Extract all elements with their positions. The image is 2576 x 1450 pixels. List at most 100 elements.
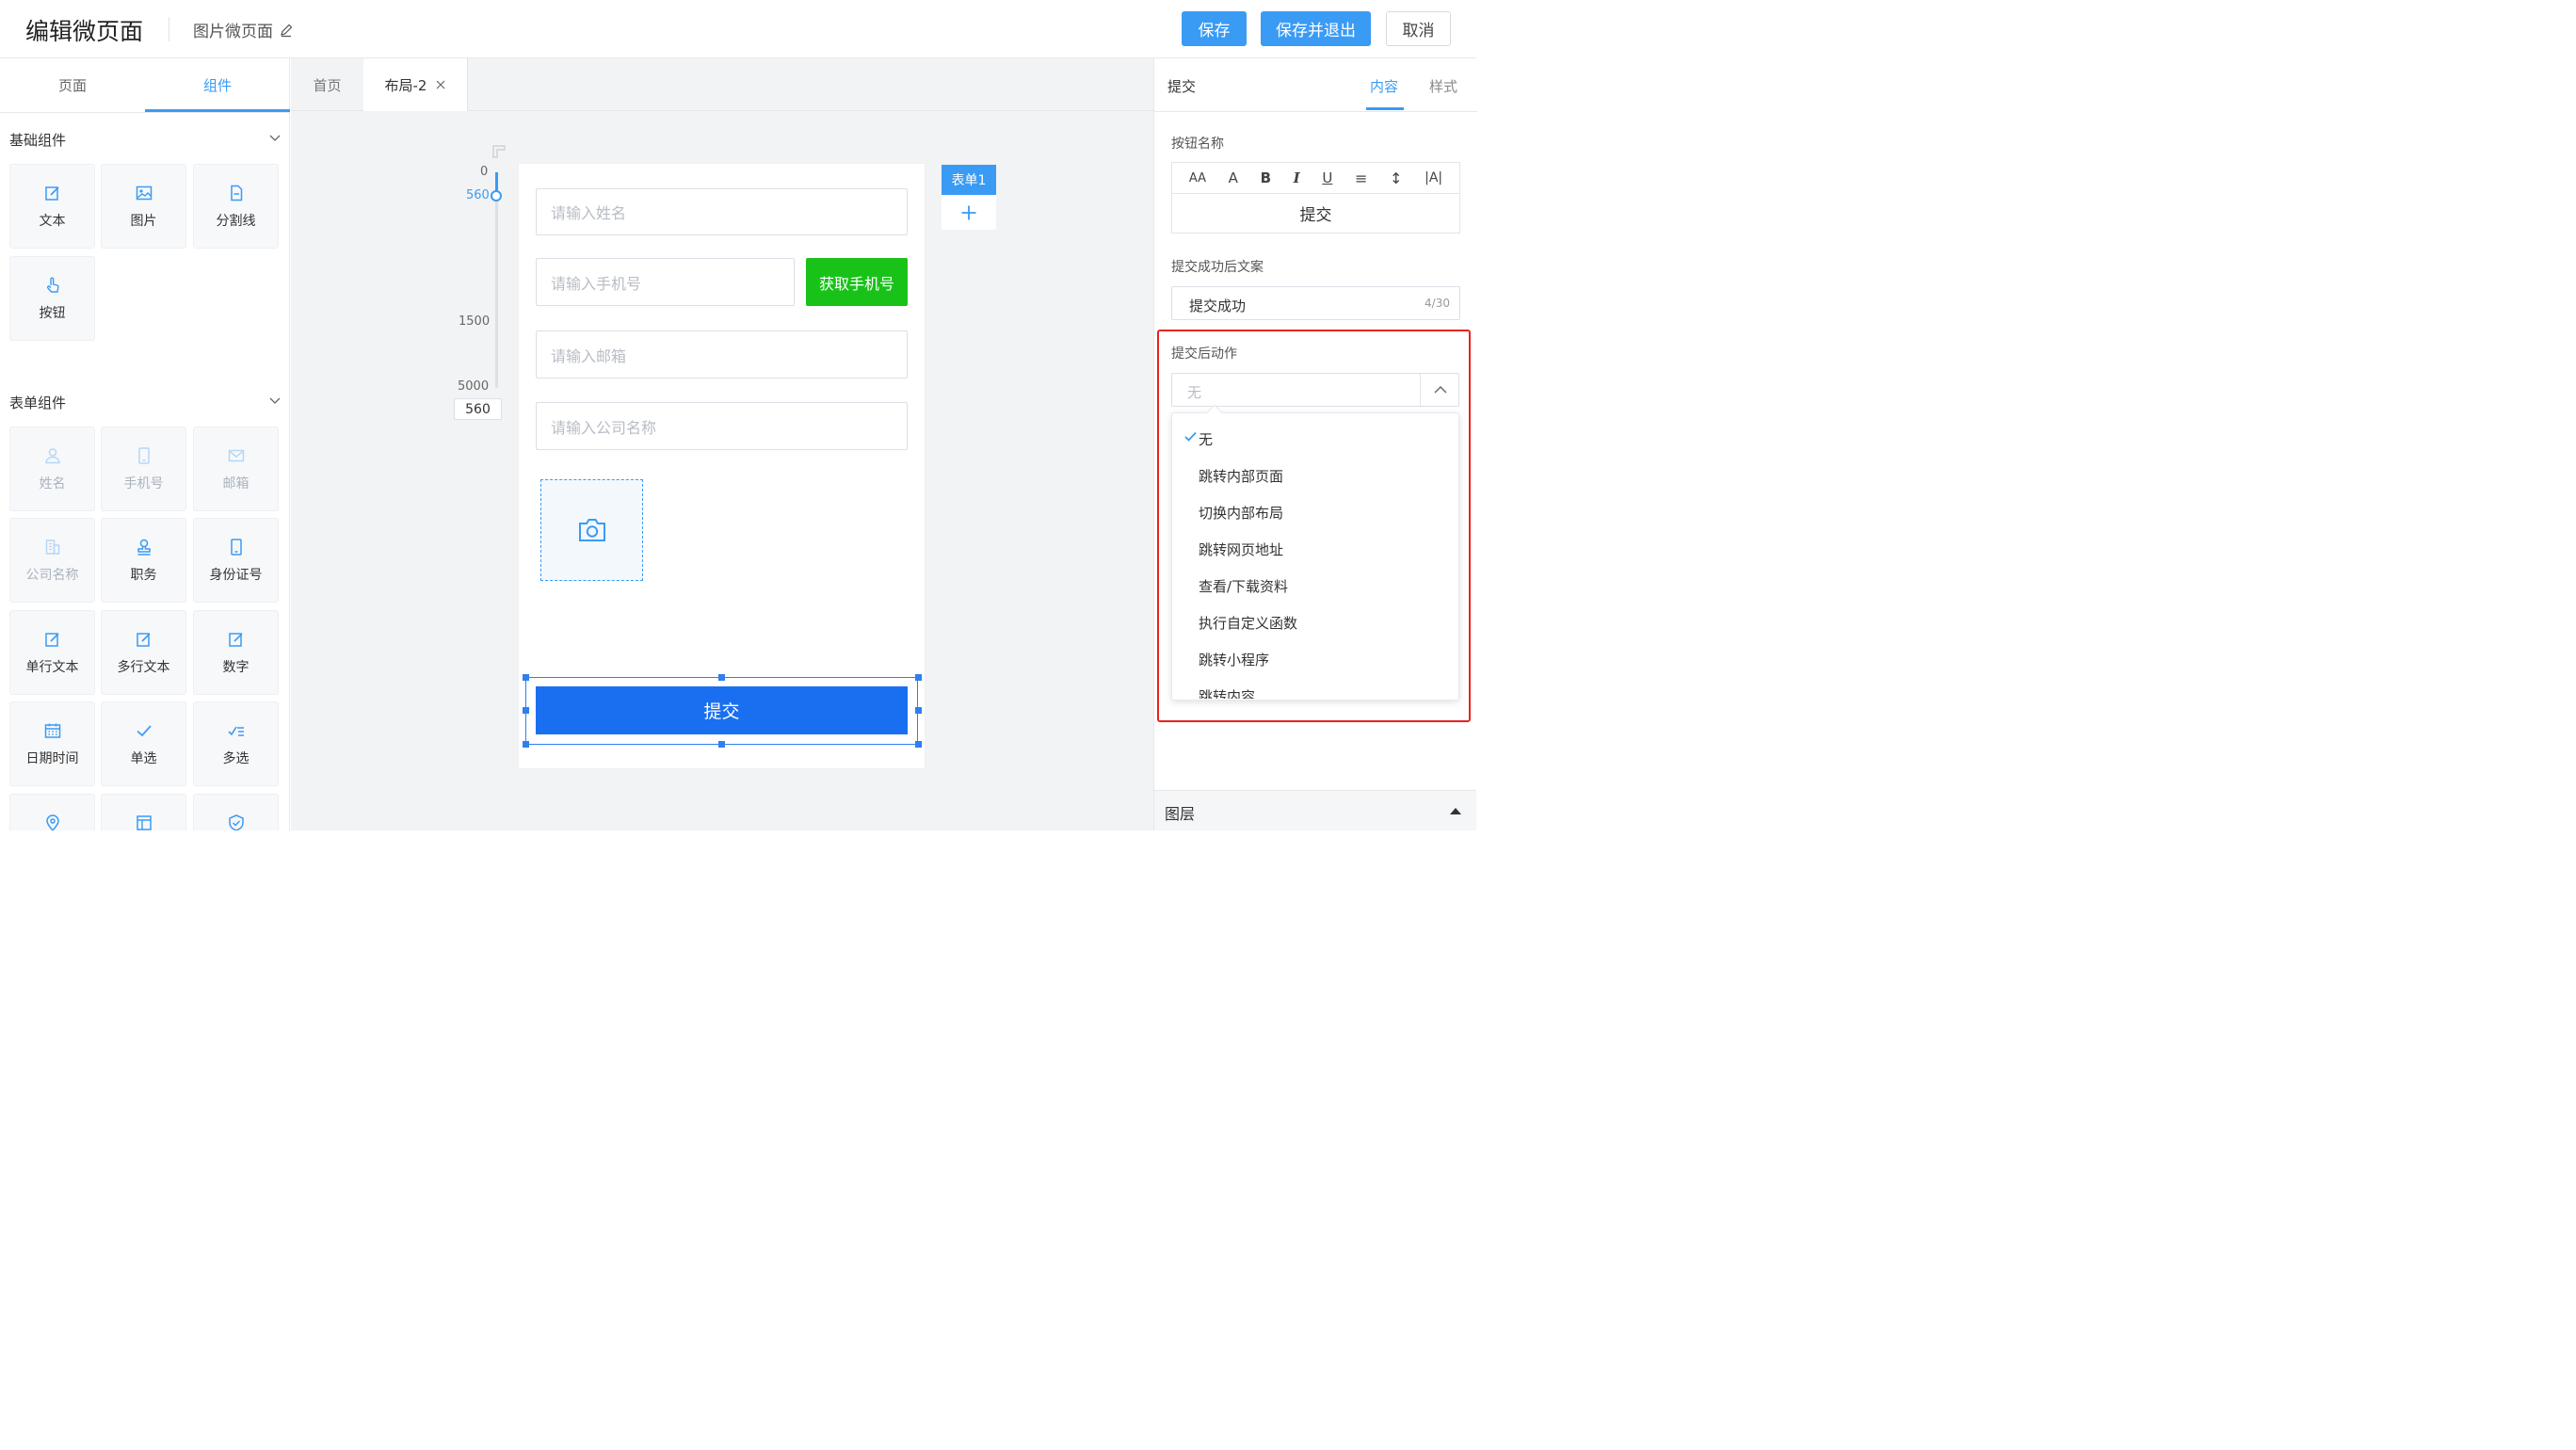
option-content[interactable]: 跳转内容 [1199, 686, 1255, 699]
resize-handle[interactable] [523, 741, 529, 748]
check-icon [134, 720, 154, 741]
tab-content[interactable]: 内容 [1370, 76, 1398, 96]
edit-icon[interactable] [279, 23, 294, 38]
tab-style[interactable]: 样式 [1429, 76, 1457, 96]
tab-components[interactable]: 组件 [145, 58, 290, 112]
ruler-handle[interactable] [491, 190, 502, 201]
form-components-title: 表单组件 [9, 395, 67, 411]
chevron-down-icon[interactable] [269, 397, 281, 405]
line-height-icon[interactable]: ↕ [1390, 169, 1402, 187]
success-text-label: 提交成功后文案 [1171, 260, 1264, 275]
component-verify[interactable] [193, 794, 279, 830]
caret-up-icon[interactable] [1450, 807, 1461, 814]
success-text-input[interactable]: 提交成功 4/30 [1171, 286, 1460, 320]
option-download[interactable]: 查看/下载资料 [1199, 576, 1288, 596]
component-label: 日期时间 [25, 751, 79, 766]
chevron-down-icon[interactable] [269, 135, 281, 142]
check-icon [1184, 431, 1197, 442]
resize-handle[interactable] [718, 674, 725, 681]
calendar-icon [42, 720, 63, 741]
component-label: 手机号 [123, 476, 164, 491]
option-mini-program[interactable]: 跳转小程序 [1199, 650, 1269, 669]
resize-handle[interactable] [915, 741, 922, 748]
image-icon [134, 183, 154, 203]
component-multi-line[interactable]: 多行文本 [101, 610, 186, 695]
component-company[interactable]: 公司名称 [9, 518, 95, 603]
form-tag[interactable]: 表单1 [942, 165, 996, 195]
ruler-current: 560 [466, 188, 490, 202]
close-icon[interactable] [436, 80, 445, 89]
tabs-divider [1154, 111, 1477, 112]
component-text[interactable]: 文本 [9, 164, 95, 249]
email-input[interactable]: 请输入邮箱 [536, 330, 908, 379]
tab-home[interactable]: 首页 [291, 58, 363, 111]
component-single-line[interactable]: 单行文本 [9, 610, 95, 695]
name-input[interactable]: 请输入姓名 [536, 188, 908, 235]
option-custom-function[interactable]: 执行自定义函数 [1199, 613, 1297, 633]
save-exit-button[interactable]: 保存并退出 [1261, 11, 1371, 46]
component-position[interactable]: 职务 [101, 518, 186, 603]
option-web-url[interactable]: 跳转网页地址 [1199, 540, 1283, 559]
char-count: 4/30 [1425, 297, 1450, 310]
building-icon [42, 537, 63, 557]
image-upload[interactable] [540, 479, 643, 581]
component-phone[interactable]: 手机号 [101, 427, 186, 511]
component-address[interactable] [101, 794, 186, 830]
layers-bar[interactable]: 图层 [1154, 790, 1476, 830]
component-location[interactable] [9, 794, 95, 830]
component-name[interactable]: 姓名 [9, 427, 95, 511]
save-button[interactable]: 保存 [1182, 11, 1247, 46]
font-color-icon[interactable]: A [1229, 169, 1238, 186]
component-button[interactable]: 按钮 [9, 256, 95, 341]
component-label: 公司名称 [25, 568, 79, 583]
ruler-track[interactable] [495, 172, 498, 388]
letter-spacing-icon[interactable]: |A| [1425, 170, 1442, 185]
button-name-value[interactable]: 提交 [1172, 194, 1459, 233]
document-icon [226, 183, 247, 203]
component-image[interactable]: 图片 [101, 164, 186, 249]
mobile-icon [226, 537, 247, 557]
editor-toolbar: AA A B I U ≡ ↕ |A| [1172, 163, 1459, 194]
resize-handle[interactable] [523, 674, 529, 681]
chevron-up-icon[interactable] [1434, 385, 1447, 395]
resize-handle[interactable] [523, 707, 529, 714]
resize-handle[interactable] [915, 674, 922, 681]
component-datetime[interactable]: 日期时间 [9, 701, 95, 786]
page-name[interactable]: 图片微页面 [193, 18, 294, 41]
component-label: 职务 [130, 568, 157, 583]
edit-icon [226, 629, 247, 650]
cancel-button[interactable]: 取消 [1386, 11, 1451, 46]
component-multi-choice[interactable]: 多选 [193, 701, 279, 786]
italic-icon[interactable]: I [1294, 169, 1300, 186]
submit-button[interactable]: 提交 [536, 686, 908, 734]
resize-handle[interactable] [718, 741, 725, 748]
component-single-choice[interactable]: 单选 [101, 701, 186, 786]
component-idcard[interactable]: 身份证号 [193, 518, 279, 603]
plus-icon [961, 205, 976, 219]
component-label: 分割线 [216, 214, 256, 229]
align-icon[interactable]: ≡ [1355, 169, 1367, 187]
component-label: 单行文本 [25, 660, 79, 675]
company-input[interactable]: 请输入公司名称 [536, 402, 908, 450]
tab-layout-2[interactable]: 布局-2 [363, 58, 467, 111]
action-select[interactable]: 无 [1171, 373, 1459, 407]
tab-page[interactable]: 页面 [0, 58, 145, 112]
option-none[interactable]: 无 [1199, 429, 1213, 449]
add-form-button[interactable] [942, 195, 996, 230]
phone-input[interactable]: 请输入手机号 [536, 258, 795, 306]
option-internal-layout[interactable]: 切换内部布局 [1199, 503, 1283, 523]
mail-icon [226, 445, 247, 466]
get-phone-button[interactable]: 获取手机号 [806, 258, 908, 306]
component-divider[interactable]: 分割线 [193, 164, 279, 249]
component-email[interactable]: 邮箱 [193, 427, 279, 511]
component-number[interactable]: 数字 [193, 610, 279, 695]
pointer-icon [42, 275, 63, 296]
ruler-input[interactable]: 560 [454, 398, 502, 420]
active-tab-indicator [1366, 107, 1404, 110]
option-internal-page[interactable]: 跳转内部页面 [1199, 466, 1283, 486]
option-clip: 跳转内容 [1171, 685, 1457, 699]
underline-icon[interactable]: U [1322, 169, 1332, 186]
resize-handle[interactable] [915, 707, 922, 714]
bold-icon[interactable]: B [1261, 169, 1271, 186]
font-size-icon[interactable]: AA [1189, 171, 1206, 185]
